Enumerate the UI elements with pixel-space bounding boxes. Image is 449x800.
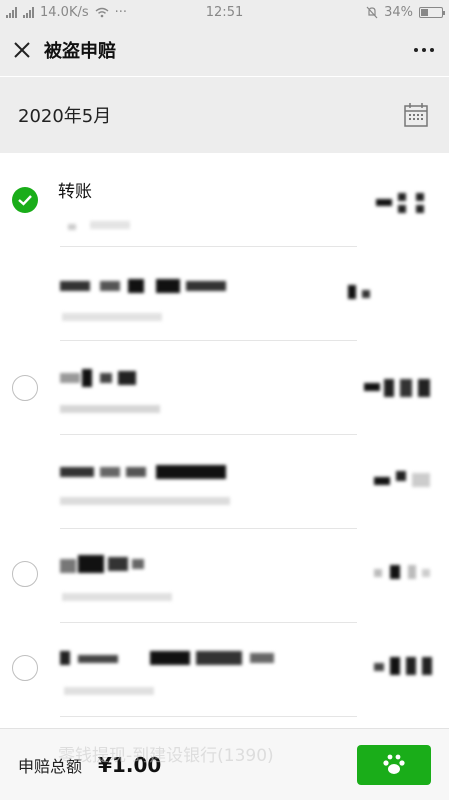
transaction-row[interactable] bbox=[0, 529, 449, 623]
close-button[interactable] bbox=[0, 24, 44, 76]
transaction-list: 转账 bbox=[0, 153, 449, 728]
more-icon bbox=[414, 48, 434, 52]
blurred-amount bbox=[376, 191, 434, 215]
checkbox[interactable] bbox=[12, 561, 38, 587]
month-label: 2020年5月 bbox=[18, 106, 112, 127]
battery-icon bbox=[419, 6, 445, 18]
more-button[interactable] bbox=[399, 24, 449, 76]
divider bbox=[60, 716, 357, 717]
blurred-amount bbox=[374, 471, 434, 491]
nav-bar: 被盗申赔 bbox=[0, 24, 449, 76]
checkbox-checked[interactable] bbox=[12, 187, 38, 213]
status-more: ··· bbox=[114, 4, 128, 20]
blurred-amount bbox=[348, 285, 374, 301]
status-bar: 14.0K/s ··· 12:51 34% bbox=[0, 0, 449, 24]
battery-percent: 34% bbox=[384, 4, 413, 20]
network-speed: 14.0K/s bbox=[40, 4, 89, 20]
blurred-amount bbox=[374, 563, 434, 585]
transaction-row[interactable] bbox=[0, 623, 449, 717]
clock: 12:51 bbox=[205, 4, 244, 20]
month-header: 2020年5月 bbox=[0, 77, 449, 153]
transaction-row[interactable] bbox=[0, 247, 449, 341]
blurred-subtitle bbox=[68, 219, 158, 233]
blurred-subtitle bbox=[60, 493, 240, 507]
signal-icon bbox=[6, 6, 17, 18]
signal-icon-2 bbox=[23, 6, 34, 18]
checkmark-icon bbox=[18, 195, 32, 206]
page-title: 被盗申赔 bbox=[44, 41, 116, 62]
transaction-row[interactable]: 转账 bbox=[0, 153, 449, 247]
calendar-icon bbox=[404, 103, 428, 127]
transaction-row[interactable] bbox=[0, 341, 449, 435]
mute-bell-icon bbox=[366, 6, 378, 18]
blurred-amount bbox=[364, 379, 436, 399]
watermark-text: 零钱提现-到建设银行(1390) bbox=[58, 746, 274, 766]
paw-icon bbox=[383, 754, 405, 774]
checkbox[interactable] bbox=[12, 375, 38, 401]
blurred-subtitle bbox=[62, 309, 172, 323]
blurred-subtitle bbox=[64, 683, 164, 697]
submit-button[interactable] bbox=[357, 744, 431, 785]
blurred-title bbox=[60, 463, 230, 483]
blurred-subtitle bbox=[60, 401, 170, 415]
blurred-title bbox=[60, 277, 230, 297]
checkbox[interactable] bbox=[12, 655, 38, 681]
calendar-button[interactable] bbox=[401, 100, 431, 130]
blurred-amount bbox=[374, 657, 436, 679]
blurred-title bbox=[60, 649, 280, 669]
close-icon bbox=[14, 42, 30, 58]
wifi-icon bbox=[95, 7, 109, 17]
blurred-title bbox=[60, 369, 140, 389]
blurred-subtitle bbox=[62, 589, 182, 603]
transaction-row[interactable] bbox=[0, 435, 449, 529]
transaction-title: 转账 bbox=[58, 182, 92, 202]
blurred-title bbox=[60, 555, 150, 577]
